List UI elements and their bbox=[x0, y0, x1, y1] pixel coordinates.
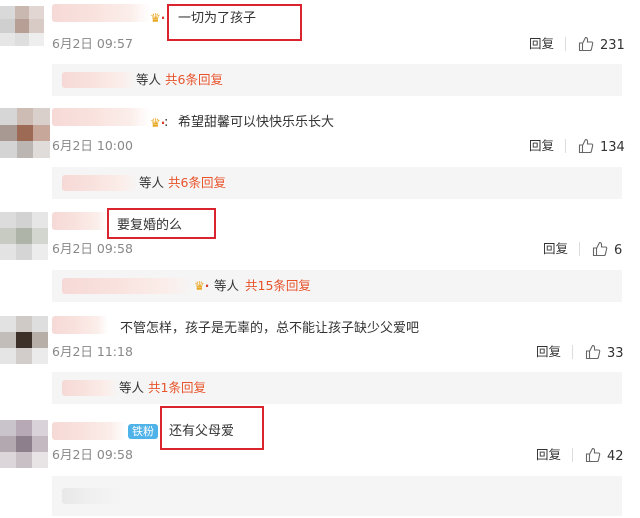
sub-reply-etc: 等人 bbox=[119, 380, 145, 395]
comment-text: 希望甜馨可以快快乐乐长大 bbox=[178, 115, 335, 130]
comment-time: 6月2日 09:58 bbox=[52, 447, 133, 462]
thumbs-up-icon bbox=[578, 138, 594, 154]
more-replies-link[interactable]: 共6条回复 bbox=[165, 72, 223, 88]
fan-badge: 铁粉 bbox=[128, 424, 158, 439]
avatar[interactable] bbox=[0, 108, 50, 158]
thumbs-up-icon bbox=[592, 241, 608, 257]
divider bbox=[579, 242, 580, 256]
avatar[interactable] bbox=[0, 6, 44, 46]
divider bbox=[565, 37, 566, 51]
divider bbox=[572, 345, 573, 359]
avatar[interactable] bbox=[0, 420, 48, 468]
highlight-box bbox=[167, 4, 302, 41]
like-count: 42 bbox=[607, 449, 624, 464]
comment-item: : 要复婚的么 6月2日 09:58 回复 6 ♛· 等人 共15条回复 bbox=[0, 208, 640, 308]
more-replies-link[interactable]: 共6条回复 bbox=[168, 175, 226, 191]
like-count: 6 bbox=[614, 243, 623, 258]
username-blurred[interactable] bbox=[62, 488, 122, 504]
like-button[interactable]: 33 bbox=[585, 344, 624, 362]
username-blurred[interactable] bbox=[62, 175, 138, 191]
comment-item: ♛· : 希望甜馨可以快快乐乐长大 6月2日 10:00 回复 134 等人 共… bbox=[0, 104, 640, 204]
comment-item: ♛· 一切为了孩子 6月2日 09:57 回复 231 等人 共6条回复 bbox=[0, 0, 640, 100]
comment-time: 6月2日 09:57 bbox=[52, 36, 133, 51]
divider bbox=[572, 448, 573, 462]
more-replies-link[interactable]: 共1条回复 bbox=[148, 380, 206, 396]
divider bbox=[565, 139, 566, 153]
comment-time: 6月2日 11:18 bbox=[52, 344, 133, 359]
username-blurred[interactable] bbox=[52, 212, 108, 230]
sub-replies: ♛· 等人 共15条回复 bbox=[52, 270, 622, 302]
reply-button[interactable]: 回复 bbox=[536, 447, 561, 463]
like-count: 231 bbox=[600, 38, 625, 53]
comment-item: 不管怎样，孩子是无辜的，总不能让孩子缺少父爱吧 6月2日 11:18 回复 33… bbox=[0, 312, 640, 412]
thumbs-up-icon bbox=[585, 344, 601, 360]
username-blurred[interactable] bbox=[62, 278, 192, 294]
thumbs-up-icon bbox=[585, 447, 601, 463]
sub-reply-etc: 等人 bbox=[136, 72, 162, 87]
highlight-box bbox=[160, 406, 264, 450]
comment-text-prefix: : bbox=[164, 115, 169, 130]
like-count: 134 bbox=[600, 140, 625, 155]
sub-replies: 等人 共6条回复 bbox=[52, 64, 622, 96]
reply-button[interactable]: 回复 bbox=[543, 241, 568, 257]
reply-button[interactable]: 回复 bbox=[536, 344, 561, 360]
sub-reply-etc: 等人 bbox=[214, 278, 240, 293]
username-blurred[interactable] bbox=[52, 108, 150, 126]
comment-time: 6月2日 10:00 bbox=[52, 138, 133, 153]
username-blurred[interactable] bbox=[62, 72, 136, 88]
highlight-box bbox=[107, 208, 216, 239]
like-button[interactable]: 42 bbox=[585, 447, 624, 465]
like-button[interactable]: 134 bbox=[578, 138, 625, 156]
reply-button[interactable]: 回复 bbox=[529, 138, 554, 154]
sub-reply-etc: 等人 bbox=[139, 175, 165, 190]
comment-time: 6月2日 09:58 bbox=[52, 241, 133, 256]
avatar[interactable] bbox=[0, 316, 48, 364]
username-blurred[interactable] bbox=[62, 380, 118, 396]
username-blurred[interactable] bbox=[52, 316, 108, 334]
thumbs-up-icon bbox=[578, 36, 594, 52]
more-replies-link[interactable]: 共15条回复 bbox=[245, 278, 311, 294]
like-button[interactable]: 6 bbox=[592, 241, 622, 259]
like-button[interactable]: 231 bbox=[578, 36, 625, 54]
avatar[interactable] bbox=[0, 212, 48, 260]
crown-icon: ♛· bbox=[194, 279, 210, 293]
like-count: 33 bbox=[607, 346, 624, 361]
sub-replies: 等人 共6条回复 bbox=[52, 167, 622, 199]
reply-button[interactable]: 回复 bbox=[529, 36, 554, 52]
username-blurred[interactable] bbox=[52, 422, 126, 440]
comment-item: 铁粉 : 还有父母爱 6月2日 09:58 回复 42 bbox=[0, 406, 640, 518]
username-blurred[interactable] bbox=[52, 4, 150, 22]
comment-text: 不管怎样，孩子是无辜的，总不能让孩子缺少父爱吧 bbox=[120, 321, 420, 336]
crown-icon: ♛· bbox=[150, 11, 166, 25]
sub-replies bbox=[52, 476, 622, 516]
sub-replies: 等人 共1条回复 bbox=[52, 372, 622, 404]
